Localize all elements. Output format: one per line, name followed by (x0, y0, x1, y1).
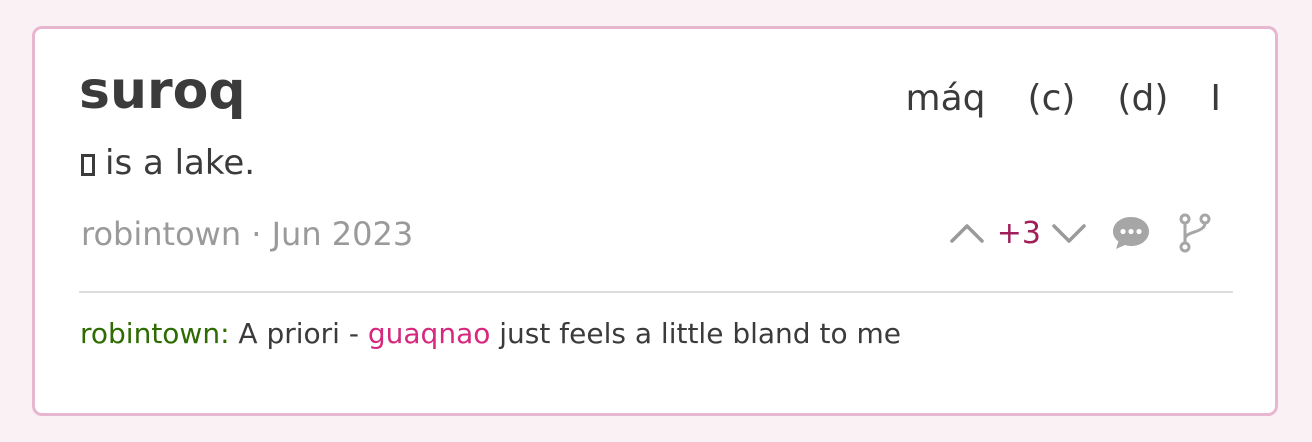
entry-tags: máq (c) (d) I (906, 81, 1221, 117)
entry-word: suroq (79, 61, 246, 121)
comment-author[interactable]: robintown: (80, 317, 230, 350)
comment-icon (1113, 217, 1149, 249)
comment-text-after: just feels a little bland to me (499, 317, 901, 350)
entry-meta: robintown · Jun 2023 (81, 215, 413, 253)
comment: robintown: A priori - guaqnao just feels… (80, 317, 901, 351)
comment-word-link[interactable]: guaqnao (368, 317, 491, 350)
entry-author[interactable]: robintown (81, 215, 241, 253)
fork-icon (1179, 213, 1211, 253)
entry-card: suroq máq (c) (d) I is a lake. robintown… (32, 26, 1278, 416)
upvote-icon (950, 224, 984, 243)
definition-text: is a lake. (105, 143, 256, 183)
entry-actions: +3 (947, 211, 1217, 255)
downvote-button[interactable] (1049, 213, 1089, 253)
meta-separator: · (251, 215, 262, 253)
comment-text-before: A priori - (238, 317, 359, 350)
tag-i: I (1210, 78, 1221, 119)
fork-button[interactable] (1173, 211, 1217, 255)
tag-d: (d) (1117, 78, 1169, 119)
tag-c: (c) (1027, 78, 1076, 119)
entry-date: Jun 2023 (271, 215, 414, 253)
tag-frame: máq (905, 78, 986, 119)
downvote-icon (1052, 224, 1086, 243)
upvote-button[interactable] (947, 213, 987, 253)
entry-definition: is a lake. (81, 143, 255, 184)
comment-button[interactable] (1109, 211, 1153, 255)
divider (79, 291, 1233, 293)
placeholder-box-icon (81, 154, 95, 176)
vote-score: +3 (996, 215, 1041, 251)
